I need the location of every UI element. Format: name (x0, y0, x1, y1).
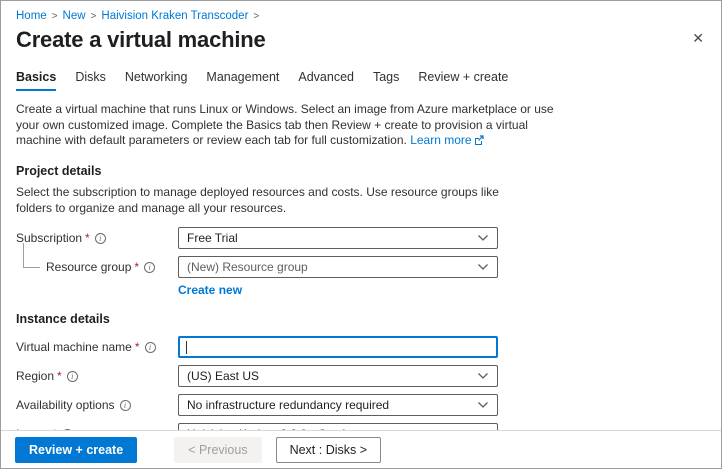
review-create-button[interactable]: Review + create (15, 437, 137, 463)
info-icon[interactable]: i (145, 342, 156, 353)
external-link-icon (474, 134, 484, 150)
availability-options-label: Availability options i (16, 394, 178, 412)
availability-options-dropdown[interactable]: No infrastructure redundancy required (178, 394, 498, 416)
resource-group-dropdown[interactable]: (New) Resource group (178, 256, 498, 278)
subscription-dropdown[interactable]: Free Trial (178, 227, 498, 249)
text-cursor (186, 341, 187, 354)
vm-name-row: Virtual machine name* i (16, 336, 706, 358)
info-icon[interactable]: i (95, 233, 106, 244)
instance-details-heading: Instance details (16, 312, 706, 326)
vm-name-input[interactable] (178, 336, 498, 358)
previous-button[interactable]: < Previous (174, 437, 261, 463)
vm-name-label: Virtual machine name* i (16, 336, 178, 354)
learn-more-link[interactable]: Learn more (410, 133, 471, 147)
next-disks-button[interactable]: Next : Disks > (276, 437, 381, 463)
chevron-down-icon (477, 369, 489, 383)
breadcrumb-new-link[interactable]: New (63, 10, 86, 22)
tab-management[interactable]: Management (206, 70, 279, 91)
breadcrumb-home-link[interactable]: Home (16, 10, 47, 22)
tab-tags[interactable]: Tags (373, 70, 399, 91)
subscription-row: Subscription* i Free Trial (16, 227, 706, 249)
resource-group-row: Resource group* i (New) Resource group C… (16, 256, 706, 299)
tab-networking[interactable]: Networking (125, 70, 188, 91)
required-asterisk: * (85, 231, 90, 245)
info-icon[interactable]: i (120, 400, 131, 411)
subscription-label: Subscription* i (16, 227, 178, 245)
breadcrumb-separator: > (52, 11, 58, 22)
intro-text: Create a virtual machine that runs Linux… (16, 102, 568, 150)
region-row: Region* i (US) East US (16, 365, 706, 387)
project-details-description: Select the subscription to manage deploy… (16, 185, 528, 216)
region-dropdown[interactable]: (US) East US (178, 365, 498, 387)
info-icon[interactable]: i (144, 262, 155, 273)
tab-advanced[interactable]: Advanced (298, 70, 354, 91)
chevron-down-icon (477, 260, 489, 274)
footer-action-bar: Review + create < Previous Next : Disks … (1, 430, 721, 468)
tab-review-create[interactable]: Review + create (418, 70, 508, 91)
resource-group-label: Resource group* i (16, 256, 178, 274)
availability-options-row: Availability options i No infrastructure… (16, 394, 706, 416)
tab-bar: Basics Disks Networking Management Advan… (16, 70, 706, 91)
tab-basics[interactable]: Basics (16, 70, 56, 91)
breadcrumb: Home > New > Haivision Kraken Transcoder… (16, 1, 706, 22)
breadcrumb-offer-link[interactable]: Haivision Kraken Transcoder (101, 10, 248, 22)
page-title: Create a virtual machine (16, 27, 266, 53)
chevron-down-icon (477, 231, 489, 245)
chevron-down-icon (477, 398, 489, 412)
breadcrumb-separator: > (253, 11, 259, 22)
create-new-link[interactable]: Create new (178, 283, 242, 297)
tab-disks[interactable]: Disks (75, 70, 106, 91)
project-details-heading: Project details (16, 164, 706, 178)
required-asterisk: * (134, 260, 139, 274)
breadcrumb-separator: > (91, 11, 97, 22)
region-label: Region* i (16, 365, 178, 383)
required-asterisk: * (57, 369, 62, 383)
info-icon[interactable]: i (67, 371, 78, 382)
close-icon[interactable]: ✕ (692, 31, 704, 45)
create-vm-blade: Home > New > Haivision Kraken Transcoder… (0, 0, 722, 469)
required-asterisk: * (135, 340, 140, 354)
tree-connector-line (23, 243, 40, 268)
